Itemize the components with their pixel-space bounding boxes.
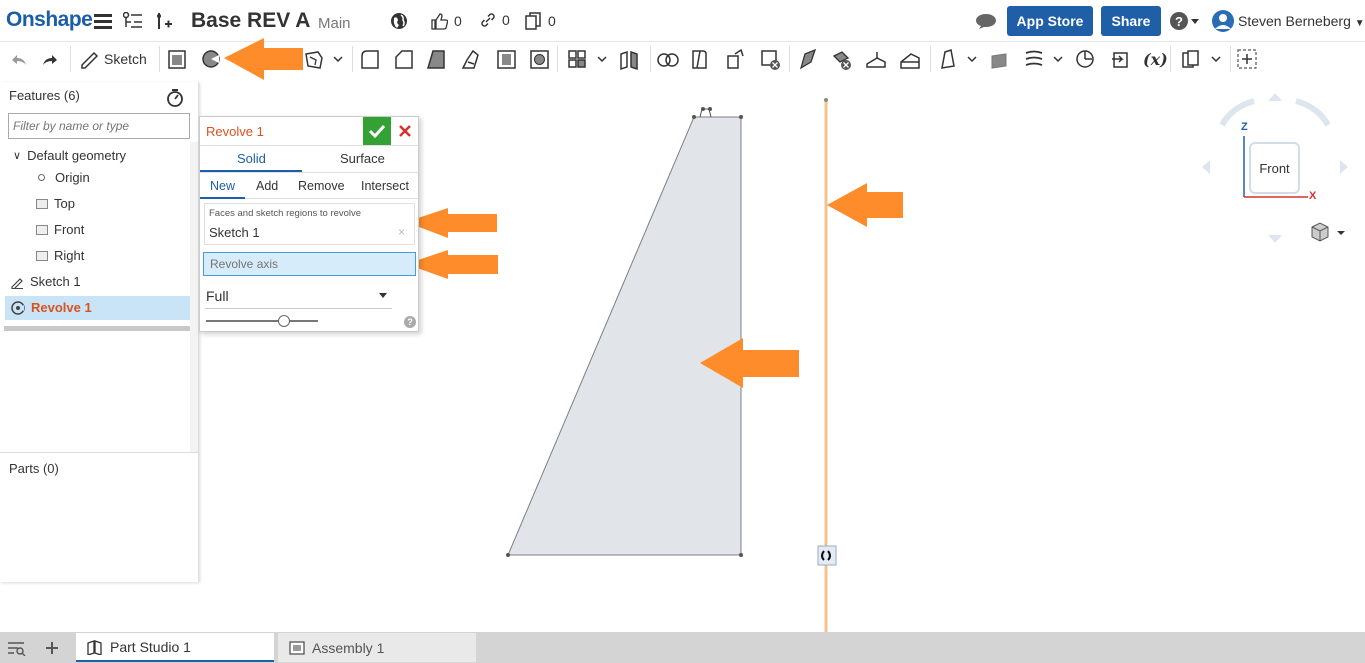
tree-item-front-plane[interactable]: Front: [36, 222, 84, 237]
parts-title[interactable]: Parts (0): [9, 461, 59, 476]
sketch-vertex: [701, 107, 705, 111]
arrow-axis-line: [827, 183, 903, 227]
op-add[interactable]: Add: [256, 179, 278, 193]
body-type-tabs: Solid Surface: [200, 145, 418, 172]
view-cube-z-axis-label: Z: [1241, 121, 1248, 133]
parts-divider[interactable]: [0, 452, 199, 453]
tab-part-studio-1[interactable]: Part Studio 1: [76, 633, 274, 662]
tree-item-top-plane[interactable]: Top: [36, 196, 75, 211]
accept-button[interactable]: [363, 117, 391, 145]
feature-list-scrollbar[interactable]: [190, 142, 198, 452]
add-tab-icon[interactable]: [44, 640, 60, 656]
tree-item-sketch-1[interactable]: Sketch 1: [10, 274, 81, 289]
help-icon[interactable]: ?: [404, 316, 416, 328]
op-intersect[interactable]: Intersect: [361, 179, 409, 193]
origin-marker[interactable]: [817, 545, 837, 566]
revolve-dialog: Revolve 1 Solid Surface New Add Remove I…: [199, 116, 419, 332]
plane-icon: [36, 250, 48, 261]
assembly-icon: [289, 640, 305, 655]
sketch-vertex[interactable]: [692, 115, 696, 119]
origin-icon: [38, 174, 45, 181]
arrow-axis-field: [406, 250, 498, 279]
axis-endpoint[interactable]: [824, 98, 828, 102]
sketch-vertex[interactable]: [739, 115, 743, 119]
sketch-vertex: [708, 107, 712, 111]
tab-surface[interactable]: Surface: [340, 151, 385, 166]
sketch-vertex[interactable]: [506, 553, 510, 557]
faces-field-label: Faces and sketch regions to revolve: [209, 208, 362, 219]
feature-filter-input[interactable]: [8, 113, 190, 139]
rotate-left-icon[interactable]: [1202, 160, 1210, 174]
clear-selection-icon[interactable]: ×: [398, 225, 405, 239]
sketch-vertex[interactable]: [739, 553, 743, 557]
plane-icon: [36, 198, 48, 209]
chevron-down-icon: [379, 293, 387, 298]
arrow-faces-field: [406, 208, 497, 238]
feature-list-panel: Features (6) ∨ Default geometry Origin T…: [0, 82, 199, 582]
default-geometry-folder[interactable]: ∨ Default geometry: [13, 148, 126, 163]
bottom-tab-bar: Part Studio 1 Assembly 1: [0, 632, 1365, 663]
rollback-bar[interactable]: [4, 326, 190, 331]
revolve-axis-field[interactable]: [203, 252, 416, 276]
dialog-title: Revolve 1: [206, 124, 264, 139]
plane-icon: [36, 224, 48, 235]
faces-field-value[interactable]: Sketch 1: [209, 225, 260, 240]
chevron-down-icon[interactable]: ∨: [13, 149, 21, 162]
op-remove[interactable]: Remove: [298, 179, 345, 193]
checkmark-icon: [368, 124, 386, 138]
op-new-indicator: [200, 197, 245, 199]
faces-selection-field[interactable]: Faces and sketch regions to revolve Sket…: [204, 203, 415, 245]
preview-slider-track[interactable]: [206, 320, 318, 322]
tree-item-right-plane[interactable]: Right: [36, 248, 84, 263]
features-title: Features (6): [9, 88, 80, 103]
revolve-icon: [11, 300, 25, 315]
tree-item-origin[interactable]: Origin: [38, 170, 90, 185]
arrow-revolve-tool: [224, 38, 303, 80]
rollback-timer-icon[interactable]: [166, 88, 184, 108]
part-studio-icon: [87, 639, 102, 655]
rotate-up-icon[interactable]: [1268, 93, 1282, 101]
rotate-right-icon[interactable]: [1340, 160, 1348, 174]
sketch-pencil-icon: [11, 277, 23, 289]
tab-solid[interactable]: Solid: [237, 151, 266, 166]
revolve-type-select[interactable]: Full: [205, 285, 392, 309]
op-new[interactable]: New: [210, 179, 235, 193]
tab-manager-icon[interactable]: [6, 640, 26, 656]
cancel-button[interactable]: [396, 121, 414, 141]
preview-slider-thumb[interactable]: [278, 315, 290, 327]
sketch-region[interactable]: [507, 116, 742, 556]
tree-item-revolve-1[interactable]: Revolve 1: [11, 300, 92, 315]
revolve-type-value: Full: [206, 288, 229, 304]
operation-tabs: New Add Remove Intersect: [200, 172, 418, 199]
view-options-icon[interactable]: [1311, 222, 1345, 242]
view-cube-front-face[interactable]: Front: [1249, 142, 1300, 194]
close-icon: [399, 125, 411, 137]
rotate-down-icon[interactable]: [1268, 235, 1282, 243]
view-cube-x-axis-label: X: [1309, 190, 1317, 202]
tab-assembly-1[interactable]: Assembly 1: [278, 633, 476, 662]
